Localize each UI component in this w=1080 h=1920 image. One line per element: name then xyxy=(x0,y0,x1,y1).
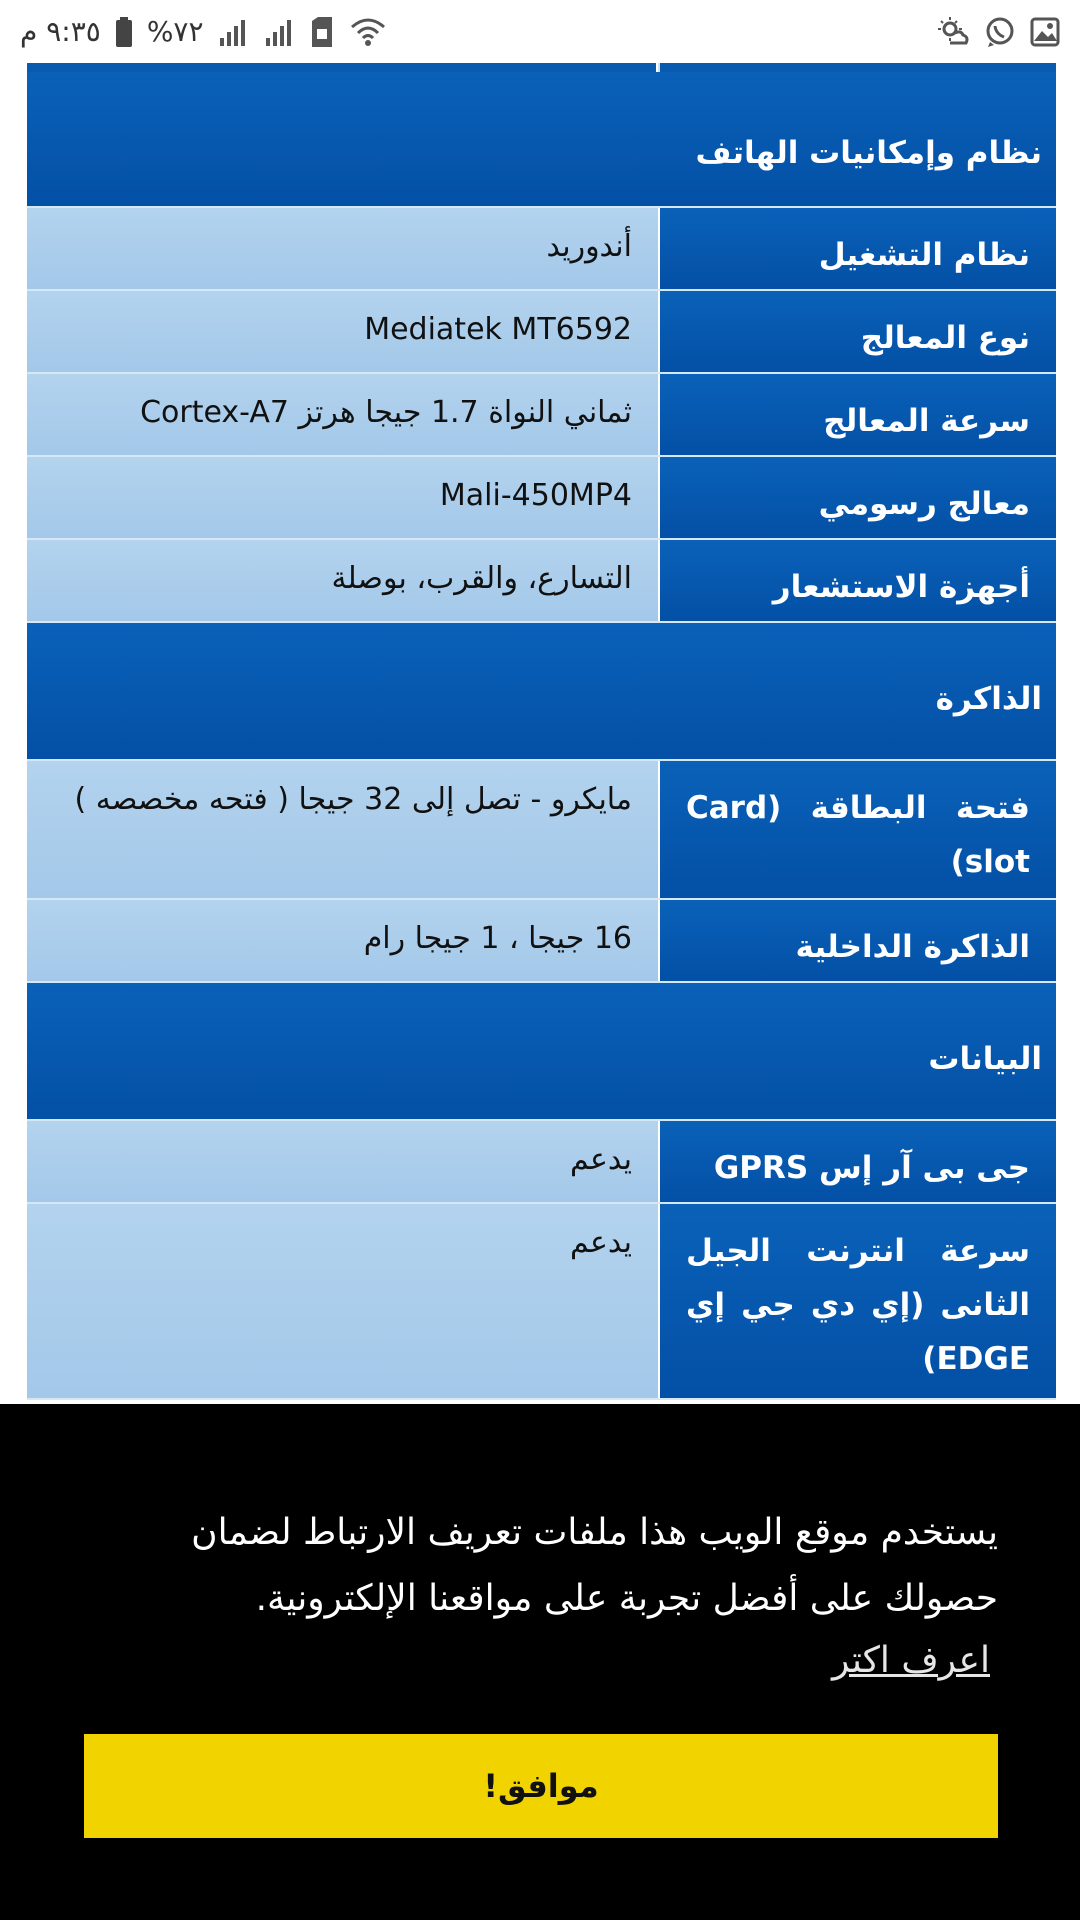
table-top-strip xyxy=(27,63,1056,72)
battery-icon xyxy=(115,16,133,47)
battery-percent: %٧٢ xyxy=(146,15,204,48)
row-value: يدعم xyxy=(27,1204,658,1398)
status-right xyxy=(936,16,1060,48)
row-key: معالج رسومي xyxy=(660,457,1056,538)
row-key: سرعة المعالج xyxy=(660,374,1056,455)
learn-more-link[interactable]: اعرف اكتر xyxy=(832,1640,990,1681)
section-header-memory: الذاكرة xyxy=(27,623,1056,761)
row-value: 16 جيجا ، 1 جيجا رام xyxy=(27,900,658,981)
cookie-message: يستخدم موقع الويب هذا ملفات تعريف الارتب… xyxy=(191,1512,998,1619)
row-key: أجهزة الاستشعار xyxy=(660,540,1056,621)
section-title: نظام وإمكانيات الهاتف xyxy=(695,135,1042,171)
section-title: البيانات xyxy=(928,1041,1042,1077)
clock: ٩:٣٥ م xyxy=(20,15,101,48)
row-value: Mali-450MP4 xyxy=(27,457,658,538)
table-row: معالج رسومي Mali-450MP4 xyxy=(27,457,1056,540)
table-row: فتحة البطاقة (Card slot) مايكرو - تصل إل… xyxy=(27,761,1056,900)
spec-table: نظام وإمكانيات الهاتف نظام التشغيل أندور… xyxy=(27,63,1056,1400)
table-row: الذاكرة الداخلية 16 جيجا ، 1 جيجا رام xyxy=(27,900,1056,983)
accept-cookies-button[interactable]: موافق! xyxy=(84,1734,998,1838)
sim-icon xyxy=(310,16,334,47)
weather-icon xyxy=(936,16,970,47)
row-value: التسارع، والقرب، بوصلة xyxy=(27,540,658,621)
table-row: أجهزة الاستشعار التسارع، والقرب، بوصلة xyxy=(27,540,1056,623)
row-value: Mediatek MT6592 xyxy=(27,291,658,372)
row-key: الذاكرة الداخلية xyxy=(660,900,1056,981)
row-key: سرعة انترنت الجيل الثانى (إي دي جي إي ED… xyxy=(660,1204,1056,1398)
section-header-data: البيانات xyxy=(27,983,1056,1121)
row-key: فتحة البطاقة (Card slot) xyxy=(660,761,1056,898)
status-left: ٩:٣٥ م %٧٢ xyxy=(20,15,388,48)
row-key: نوع المعالج xyxy=(660,291,1056,372)
wifi-icon xyxy=(348,17,388,47)
signal-icon xyxy=(218,18,250,46)
section-header-platform: نظام وإمكانيات الهاتف xyxy=(27,72,1056,208)
table-row: جى بى آر إس GPRS يدعم xyxy=(27,1121,1056,1204)
row-value: مايكرو - تصل إلى 32 جيجا ( فتحه مخصصه ) xyxy=(27,761,658,898)
row-value: أندوريد xyxy=(27,208,658,289)
gallery-icon xyxy=(1030,17,1060,47)
table-row: سرعة انترنت الجيل الثانى (إي دي جي إي ED… xyxy=(27,1204,1056,1400)
row-key: جى بى آر إس GPRS xyxy=(660,1121,1056,1202)
row-value: يدعم xyxy=(27,1121,658,1202)
status-bar: ٩:٣٥ م %٧٢ xyxy=(0,0,1080,63)
cookie-banner: يستخدم موقع الويب هذا ملفات تعريف الارتب… xyxy=(0,1404,1080,1920)
whatsapp-icon xyxy=(984,16,1016,48)
row-key: نظام التشغيل xyxy=(660,208,1056,289)
table-row: سرعة المعالج ثماني النواة 1.7 جيجا هرتز … xyxy=(27,374,1056,457)
section-title: الذاكرة xyxy=(935,681,1042,717)
signal-icon xyxy=(264,18,296,46)
row-value: ثماني النواة 1.7 جيجا هرتز Cortex-A7 xyxy=(27,374,658,455)
table-row: نوع المعالج Mediatek MT6592 xyxy=(27,291,1056,374)
table-row: نظام التشغيل أندوريد xyxy=(27,208,1056,291)
